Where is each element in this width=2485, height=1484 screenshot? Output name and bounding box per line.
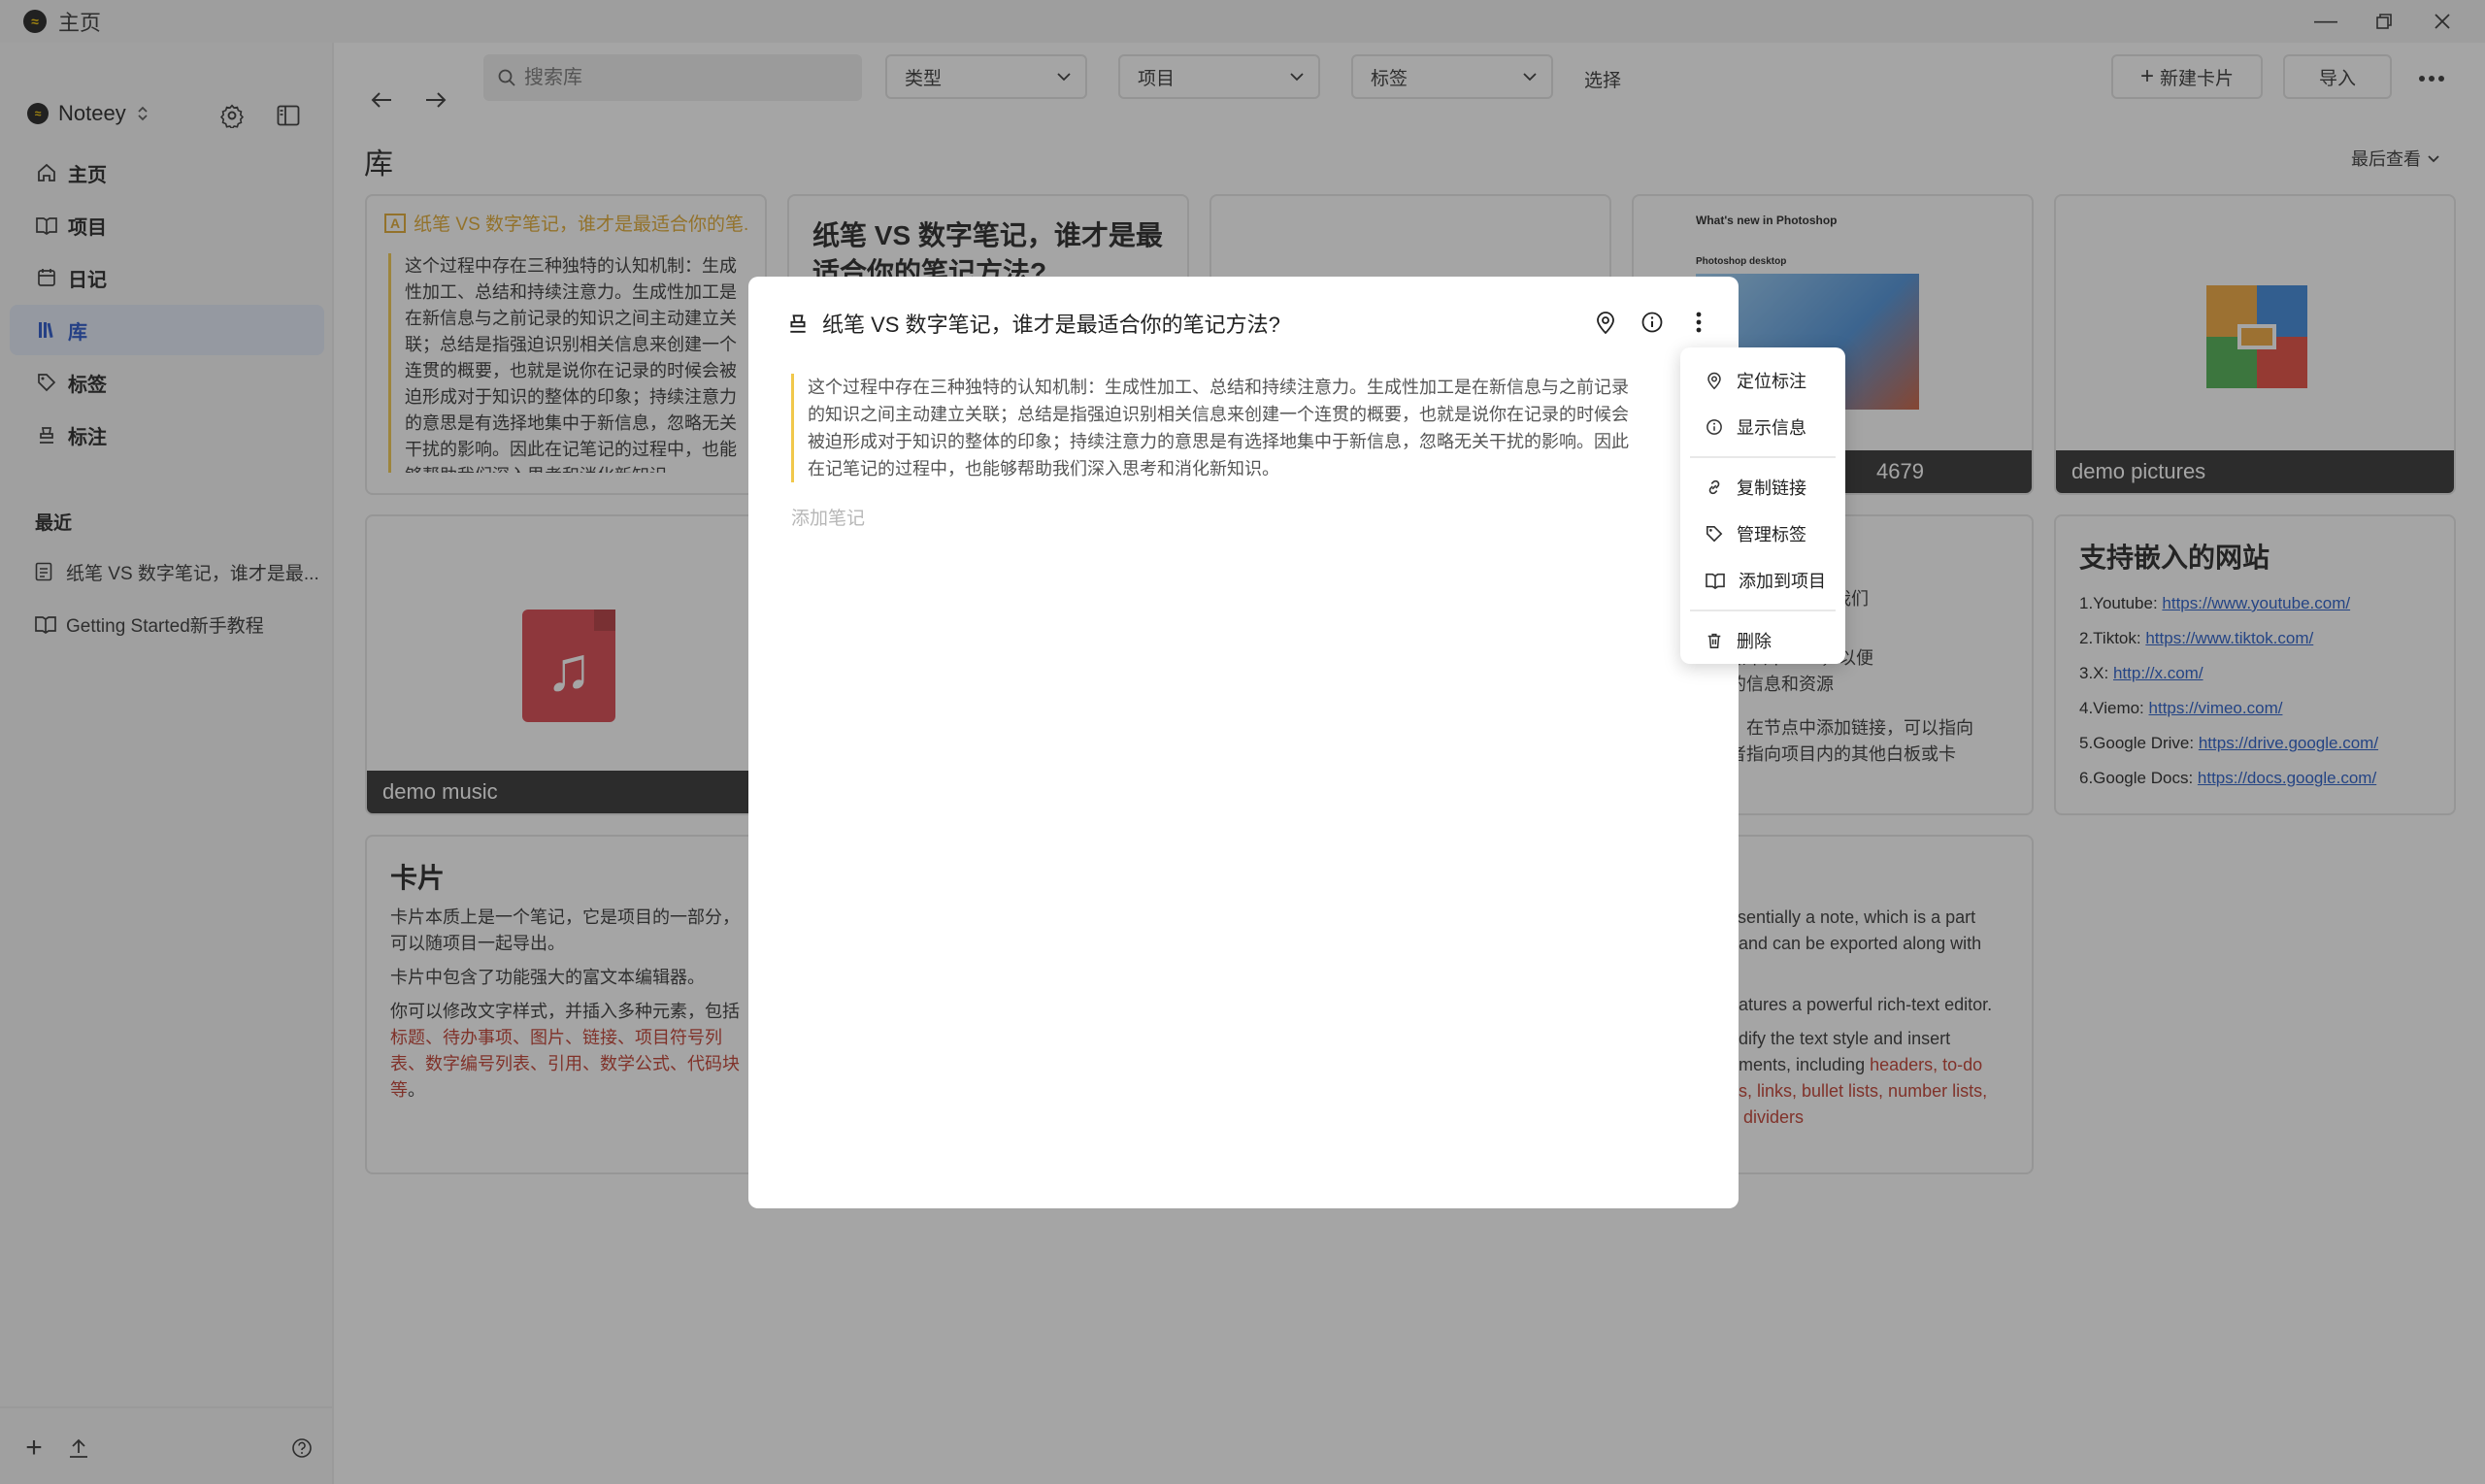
menu-item-label: 显示信息	[1737, 418, 1806, 438]
card-detail-modal: 纸笔 VS 数字笔记，谁才是最适合你的笔记方法? 这个过程中存在三种独特的认知机…	[748, 277, 1739, 1208]
location-pin-icon	[1707, 372, 1721, 390]
card-context-menu: 定位标注 显示信息 复制链接 管理标签 添加到项目 删除	[1680, 347, 1845, 664]
tag-icon	[1706, 525, 1723, 543]
location-pin-icon	[1597, 312, 1614, 335]
menu-item-info[interactable]: 显示信息	[1680, 404, 1845, 450]
menu-item-label: 管理标签	[1737, 525, 1806, 544]
menu-item-label: 复制链接	[1737, 478, 1806, 498]
info-icon	[1641, 312, 1663, 333]
modal-title: 纸笔 VS 数字笔记，谁才是最适合你的笔记方法?	[822, 313, 1280, 337]
more-vertical-icon	[1696, 312, 1702, 333]
highlighter-icon	[790, 314, 806, 333]
menu-divider	[1690, 610, 1836, 611]
menu-item-copy-link[interactable]: 复制链接	[1680, 464, 1845, 511]
menu-item-locate[interactable]: 定位标注	[1680, 357, 1845, 404]
menu-item-manage-tags[interactable]: 管理标签	[1680, 511, 1845, 557]
locate-button[interactable]	[1589, 306, 1622, 339]
info-button[interactable]	[1636, 306, 1669, 339]
menu-divider	[1690, 456, 1836, 458]
menu-item-add-to-project[interactable]: 添加到项目	[1680, 557, 1845, 604]
modal-header: 纸笔 VS 数字笔记，谁才是最适合你的笔记方法?	[787, 308, 1280, 339]
menu-item-label: 定位标注	[1737, 372, 1806, 391]
link-icon	[1708, 479, 1720, 495]
modal-quote: 这个过程中存在三种独特的认知机制：生成性加工、总结和持续注意力。生成性加工是在新…	[791, 374, 1636, 482]
trash-icon	[1707, 633, 1721, 648]
menu-item-label: 添加到项目	[1739, 572, 1826, 591]
menu-item-label: 删除	[1737, 632, 1772, 651]
modal-more-button[interactable]	[1682, 306, 1715, 339]
add-note-field[interactable]: 添加笔记	[791, 504, 865, 530]
info-icon	[1706, 419, 1722, 435]
menu-item-delete[interactable]: 删除	[1680, 617, 1845, 664]
book-icon	[1706, 573, 1725, 589]
